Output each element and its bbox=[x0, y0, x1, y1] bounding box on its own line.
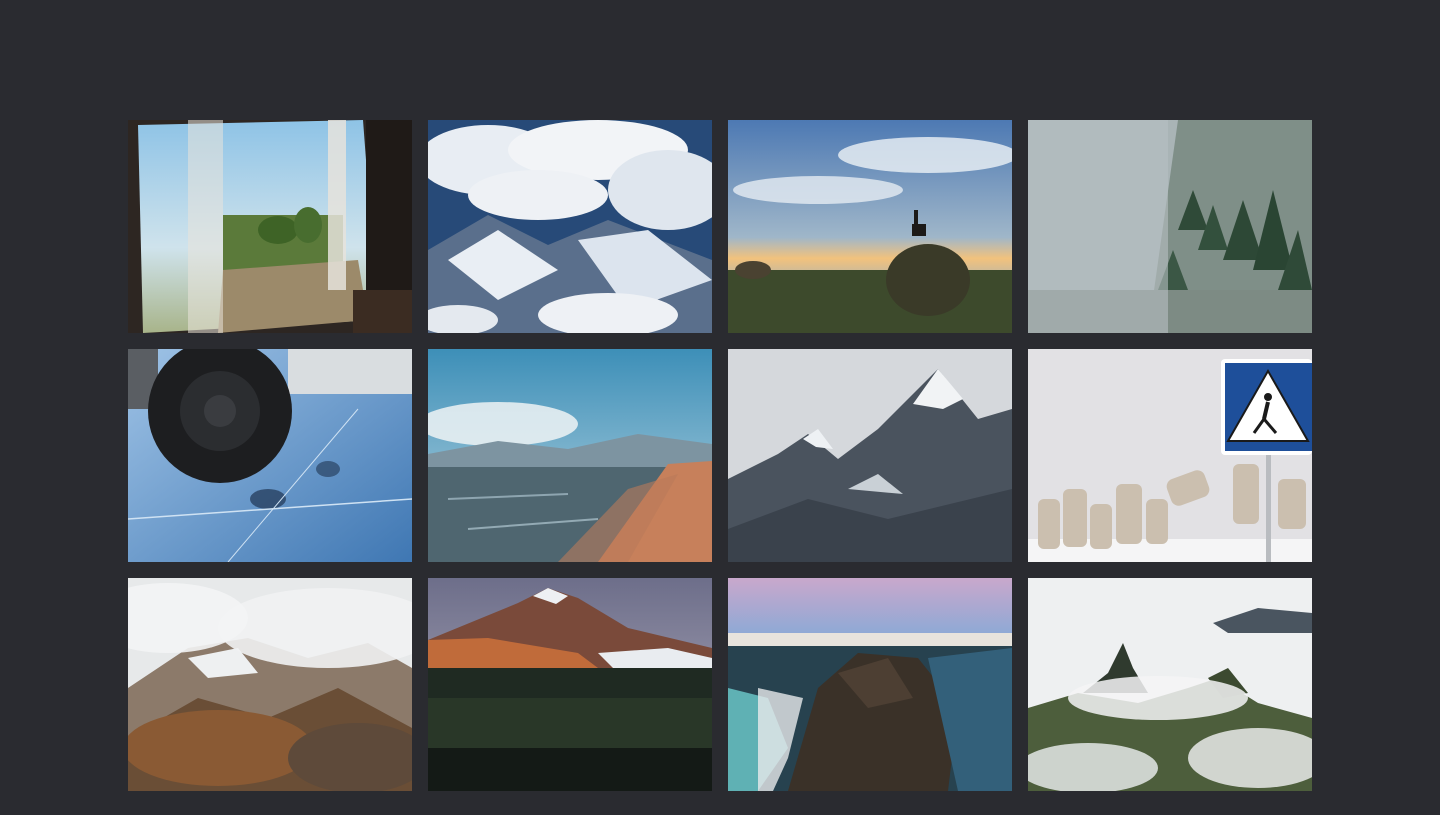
lake-beach-image bbox=[428, 349, 712, 562]
gallery-photo-train-window[interactable] bbox=[128, 120, 412, 333]
snowy-peaks-image bbox=[728, 349, 1012, 562]
gallery-photo-dog-hay-bale[interactable] bbox=[728, 120, 1012, 333]
gallery-photo-lake-beach[interactable] bbox=[428, 349, 712, 562]
coastal-cliff-image bbox=[728, 578, 1012, 791]
gallery-photo-crossing-sign[interactable] bbox=[1028, 349, 1312, 562]
gallery-photo-misty-forest[interactable] bbox=[1028, 120, 1312, 333]
peaks-above-clouds-image bbox=[1028, 578, 1312, 791]
misty-forest-image bbox=[1028, 120, 1312, 333]
train-window-image bbox=[128, 120, 412, 333]
gallery-page bbox=[0, 0, 1440, 815]
gallery-photo-snowy-peaks[interactable] bbox=[728, 349, 1012, 562]
crossing-sign-image bbox=[1028, 349, 1312, 562]
dog-hay-bale-image bbox=[728, 120, 1012, 333]
gallery-photo-wheel-on-ice[interactable] bbox=[128, 349, 412, 562]
foggy-hills-image bbox=[128, 578, 412, 791]
gallery-photo-volcano[interactable] bbox=[428, 578, 712, 791]
gallery-photo-coastal-cliff[interactable] bbox=[728, 578, 1012, 791]
volcano-image bbox=[428, 578, 712, 791]
wheel-on-ice-image bbox=[128, 349, 412, 562]
clouds-mountains-image bbox=[428, 120, 712, 333]
gallery-photo-peaks-above-clouds[interactable] bbox=[1028, 578, 1312, 791]
gallery-photo-clouds-mountains[interactable] bbox=[428, 120, 712, 333]
photo-gallery-grid bbox=[128, 120, 1312, 791]
gallery-photo-foggy-hills[interactable] bbox=[128, 578, 412, 791]
